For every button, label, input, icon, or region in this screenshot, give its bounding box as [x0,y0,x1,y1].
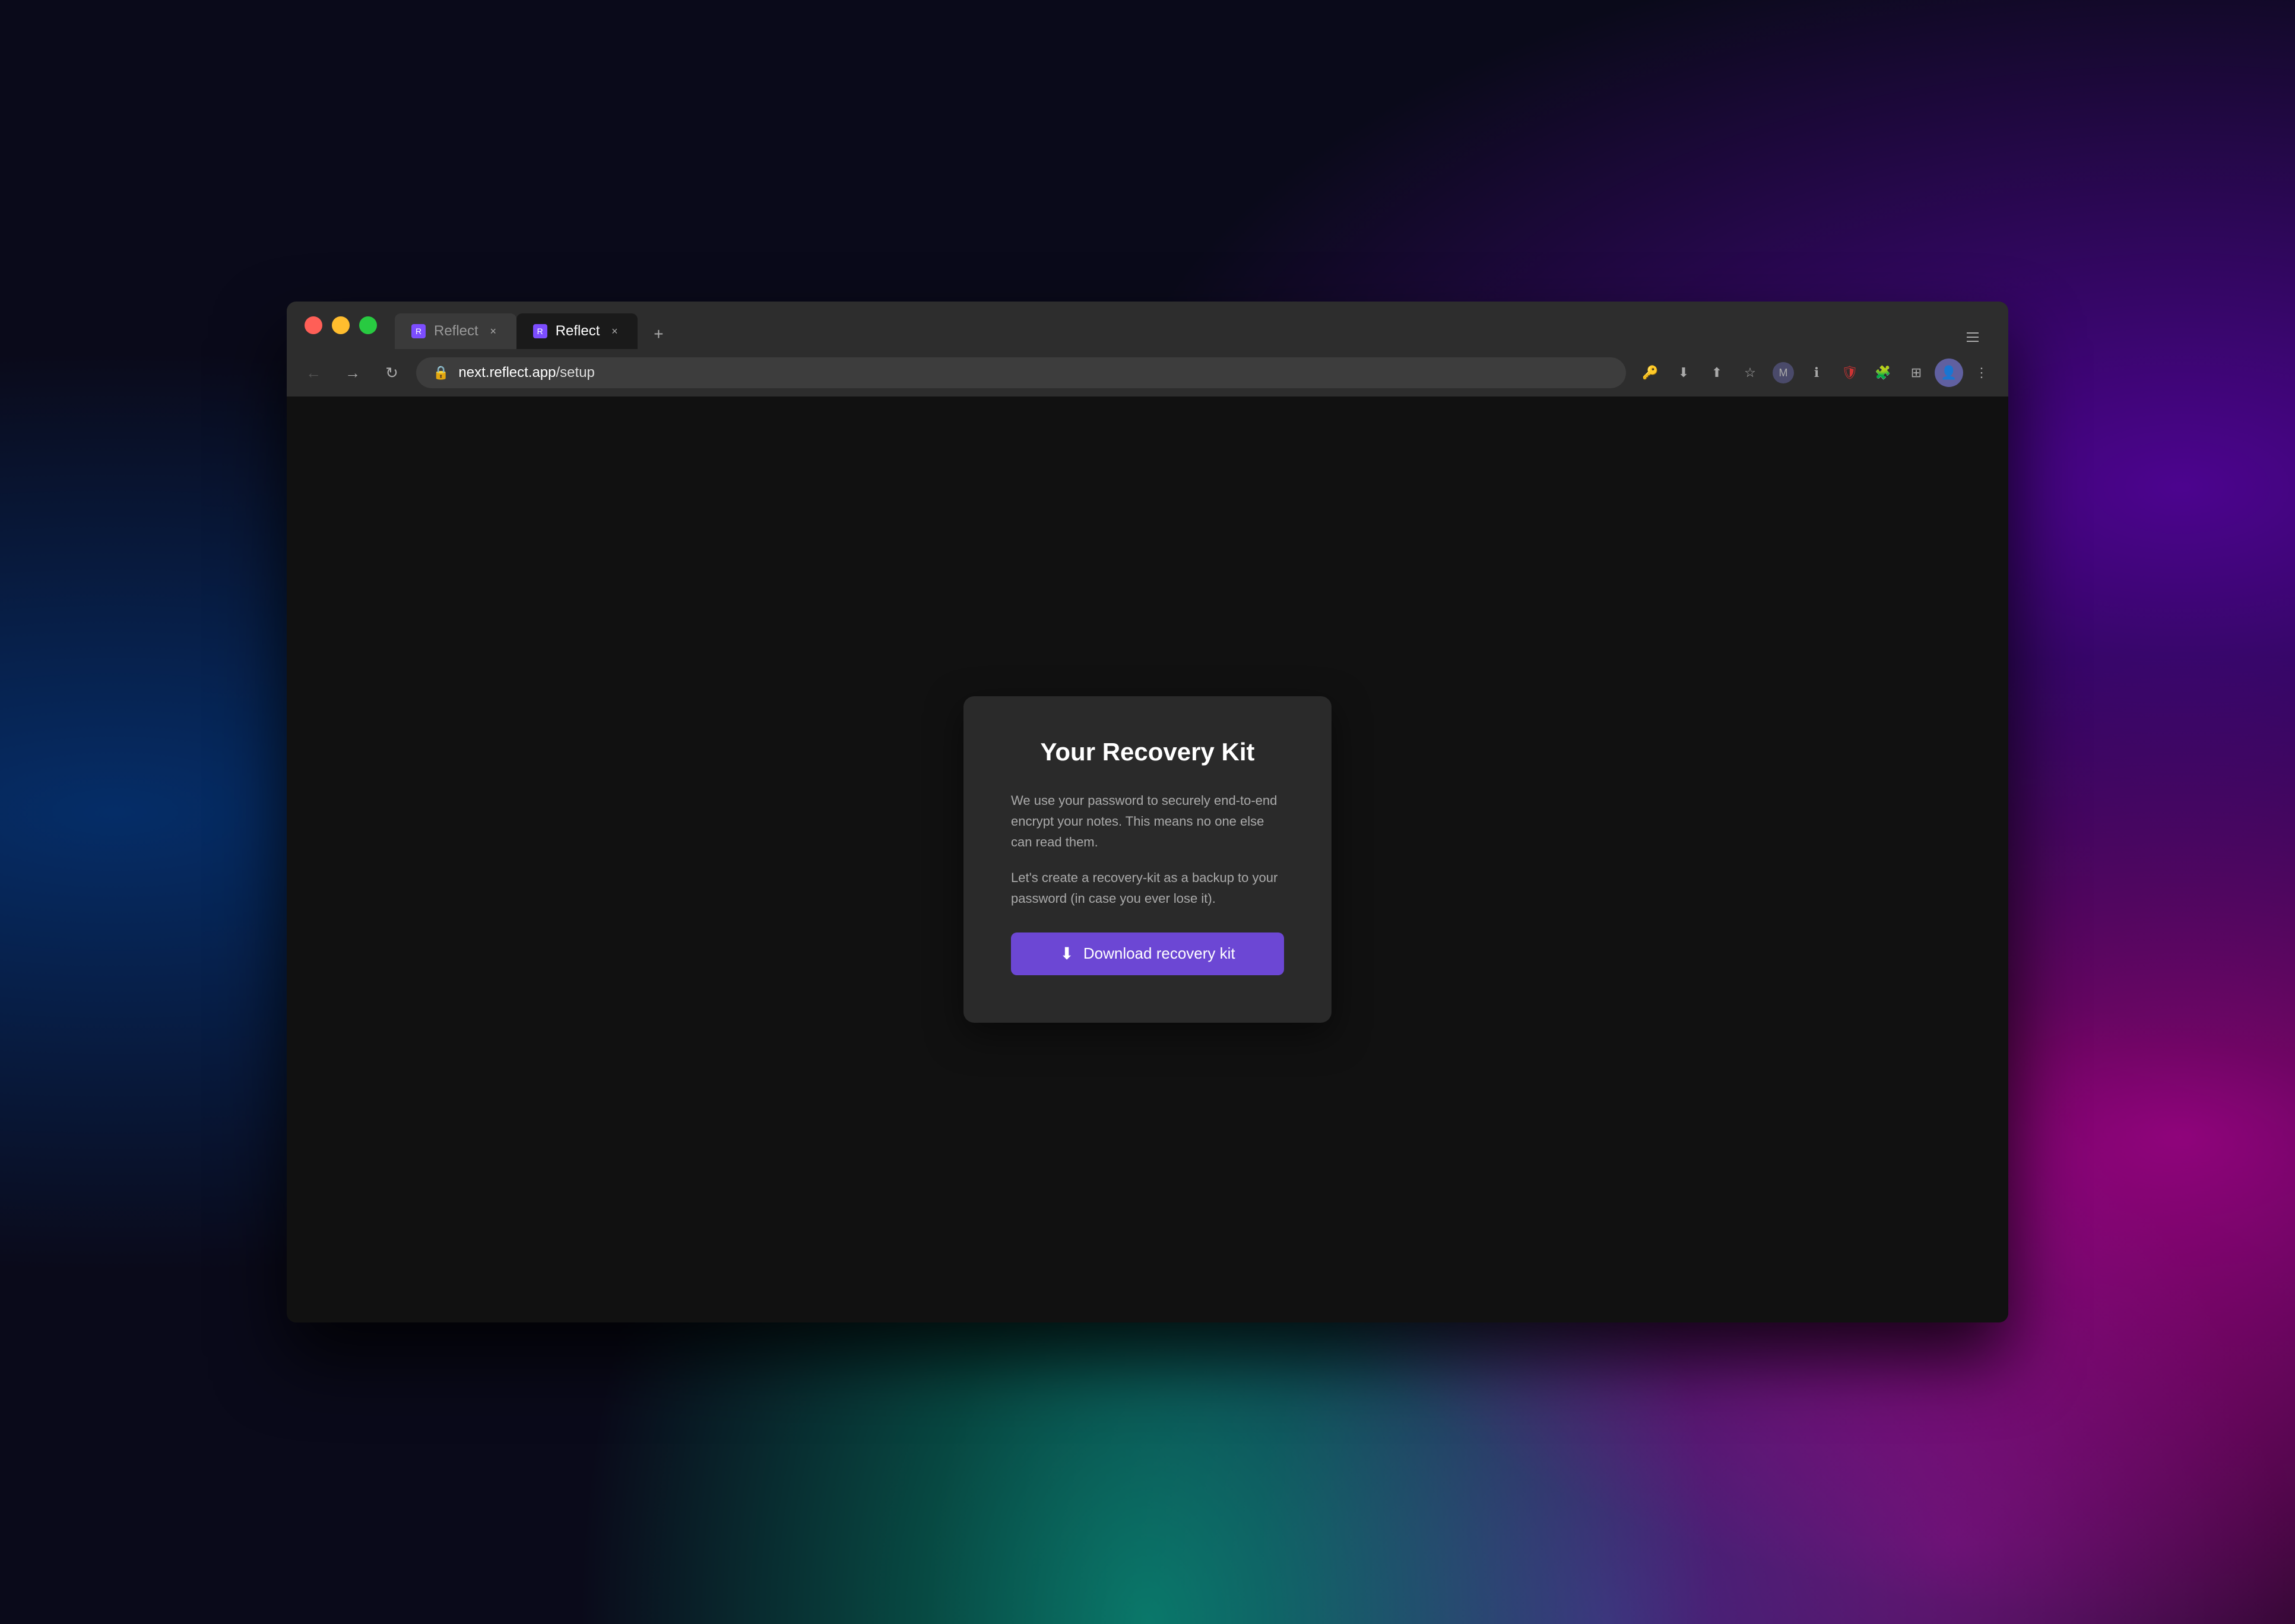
bookmark-icon-btn[interactable]: ☆ [1735,358,1765,388]
minimize-button[interactable] [332,316,350,334]
tab-reflect-1[interactable]: R Reflect × [395,313,516,349]
maximize-button[interactable] [359,316,377,334]
title-bar: R Reflect × R Reflect × + [287,302,2008,349]
back-button[interactable]: ← [299,358,328,388]
card-body: We use your password to securely end-to-… [1011,790,1284,909]
refresh-button[interactable]: ↻ [377,358,407,388]
toolbar-actions: 🔑 ⬇ ⬆ ☆ M ℹ 🛡 🧩 ⊞ 👤 ⋮ [1635,358,1996,388]
desktop: R Reflect × R Reflect × + [0,0,2295,1624]
address-domain: next.reflect.app [458,364,556,380]
shield-icon-btn[interactable]: 🛡 [1835,358,1865,388]
card-paragraph-1: We use your password to securely end-to-… [1011,790,1284,853]
share-icon-btn[interactable]: ⬆ [1702,358,1732,388]
tab-label-2: Reflect [556,323,600,340]
traffic-lights [305,316,377,334]
forward-button[interactable]: → [338,358,367,388]
menu-icon-btn[interactable]: ⋮ [1967,358,1996,388]
address-bar-row: ← → ↻ 🔒 next.reflect.app/setup 🔑 ⬇ ⬆ ☆ [287,349,2008,397]
close-button[interactable] [305,316,322,334]
browser-window: R Reflect × R Reflect × + [287,302,2008,1322]
profile-button[interactable]: 👤 [1935,359,1963,387]
address-field[interactable]: 🔒 next.reflect.app/setup [416,357,1626,388]
tab-favicon-2: R [533,324,547,338]
layout-icon-btn[interactable]: ⊞ [1901,358,1931,388]
recovery-card: Your Recovery Kit We use your password t… [963,696,1332,1023]
download-btn-icon: ⬇ [1060,944,1073,963]
address-path: /setup [556,364,595,380]
window-menu-button[interactable] [1955,325,1990,349]
tab-close-2[interactable]: × [608,325,621,338]
extensions-icon-btn[interactable]: M [1768,358,1798,388]
download-btn-label: Download recovery kit [1083,944,1235,963]
download-icon-btn[interactable]: ⬇ [1669,358,1698,388]
download-recovery-button[interactable]: ⬇ Download recovery kit [1011,932,1284,975]
tab-close-1[interactable]: × [487,325,500,338]
key-icon-btn[interactable]: 🔑 [1635,358,1665,388]
tab-reflect-2[interactable]: R Reflect × [516,313,638,349]
address-text: next.reflect.app/setup [458,364,595,381]
lock-icon: 🔒 [433,365,449,380]
tab-label-1: Reflect [434,323,478,340]
puzzle-icon-btn[interactable]: 🧩 [1868,358,1898,388]
tabs-container: R Reflect × R Reflect × + [395,302,1990,349]
browser-content: Your Recovery Kit We use your password t… [287,397,2008,1322]
back-icon: ← [306,364,321,382]
new-tab-button[interactable]: + [644,319,673,349]
refresh-icon: ↻ [385,364,398,382]
tab-favicon-1: R [411,324,426,338]
card-paragraph-2: Let's create a recovery-kit as a backup … [1011,867,1284,909]
card-title: Your Recovery Kit [1011,738,1284,766]
forward-icon: → [345,364,360,382]
info-icon-btn[interactable]: ℹ [1802,358,1831,388]
